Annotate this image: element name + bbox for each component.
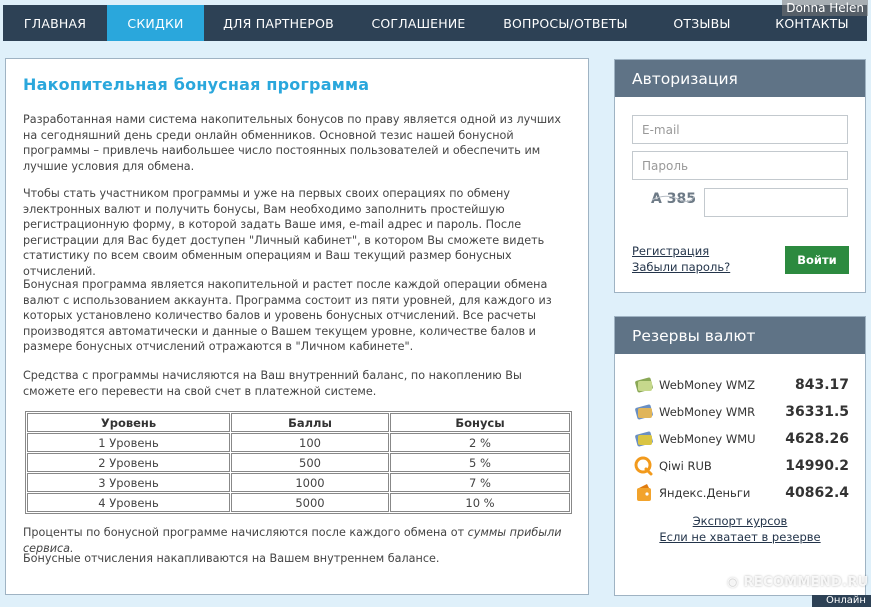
password-input[interactable]: Пароль bbox=[632, 151, 848, 180]
currency-reserves-panel: Резервы валют WebMoney WMZ 843.17 WebMon… bbox=[614, 316, 866, 596]
cell-bonus: 5 % bbox=[390, 453, 570, 472]
reserves-panel-title: Резервы валют bbox=[615, 317, 865, 354]
auth-panel: Авторизация E-mail Пароль A 385 Регистра… bbox=[614, 59, 866, 293]
reserve-name: WebMoney WMZ bbox=[659, 378, 756, 392]
main-nav: ГЛАВНАЯ СКИДКИ ДЛЯ ПАРТНЕРОВ СОГЛАШЕНИЕ … bbox=[3, 5, 867, 41]
reserve-amount: 40862.4 bbox=[785, 485, 849, 501]
login-button[interactable]: Войти bbox=[785, 246, 849, 274]
reserve-name: WebMoney WMU bbox=[659, 432, 756, 446]
column-header-level: Уровень bbox=[27, 413, 230, 432]
forgot-password-link[interactable]: Забыли пароль? bbox=[632, 260, 730, 274]
cell-level: 2 Уровень bbox=[27, 453, 230, 472]
reserve-name: Яндекс.Деньги bbox=[659, 486, 751, 500]
reserve-amount: 843.17 bbox=[794, 377, 849, 393]
reserve-amount: 14990.2 bbox=[785, 458, 849, 474]
export-rates-link[interactable]: Экспорт курсов bbox=[615, 514, 865, 528]
cell-points: 5000 bbox=[231, 493, 389, 512]
nav-item-home[interactable]: ГЛАВНАЯ bbox=[3, 5, 107, 41]
nav-item-faq[interactable]: ВОПРОСЫ/ОТВЕТЫ bbox=[484, 5, 647, 41]
reserve-row-wmr: WebMoney WMR 36331.5 bbox=[633, 401, 849, 423]
table-row: 2 Уровень 500 5 % bbox=[27, 453, 570, 472]
paragraph-balance: Средства с программы начисляются на Ваш … bbox=[23, 369, 522, 398]
auth-panel-title: Авторизация bbox=[615, 60, 865, 97]
cell-level: 3 Уровень bbox=[27, 473, 230, 492]
column-header-points: Баллы bbox=[231, 413, 389, 432]
table-header-row: Уровень Баллы Бонусы bbox=[27, 413, 570, 432]
email-input[interactable]: E-mail bbox=[632, 115, 848, 144]
webmoney-wmz-icon bbox=[635, 377, 653, 393]
note-accumulation: Бонусные отчисления накапливаются на Ваш… bbox=[23, 552, 440, 565]
nav-item-partners[interactable]: ДЛЯ ПАРТНЕРОВ bbox=[204, 5, 353, 41]
paragraph-levels: Бонусная программа является накопительно… bbox=[23, 278, 552, 353]
bonus-levels-table: Уровень Баллы Бонусы 1 Уровень 100 2 % 2… bbox=[25, 411, 572, 514]
nav-item-discounts[interactable]: СКИДКИ bbox=[107, 5, 204, 41]
reserve-amount: 36331.5 bbox=[785, 404, 849, 420]
nav-item-agreement[interactable]: СОГЛАШЕНИЕ bbox=[353, 5, 484, 41]
reserve-row-wmu: WebMoney WMU 4628.26 bbox=[633, 428, 849, 450]
table-row: 1 Уровень 100 2 % bbox=[27, 433, 570, 452]
reserve-row-wmz: WebMoney WMZ 843.17 bbox=[633, 374, 849, 396]
captcha-text: A 385 bbox=[651, 191, 695, 207]
cell-bonus: 7 % bbox=[390, 473, 570, 492]
page-title: Накопительная бонусная программа bbox=[23, 75, 370, 94]
paragraph-join: Чтобы стать участником программы и уже н… bbox=[23, 187, 545, 278]
yandex-money-icon bbox=[637, 484, 651, 501]
paragraph-intro: Разработанная нами система накопительных… bbox=[23, 113, 561, 173]
register-link[interactable]: Регистрация bbox=[632, 244, 709, 258]
cell-level: 1 Уровень bbox=[27, 433, 230, 452]
watermark-username: Donna Helen bbox=[782, 0, 868, 16]
reserve-row-yandex: Яндекс.Деньги 40862.4 bbox=[633, 482, 849, 504]
bonus-program-content: Накопительная бонусная программа Разрабо… bbox=[5, 58, 589, 595]
reserve-name: WebMoney WMR bbox=[659, 405, 756, 419]
webmoney-wmr-icon bbox=[635, 404, 653, 420]
online-chat-button[interactable]: Онлайн bbox=[812, 595, 871, 607]
cell-points: 1000 bbox=[231, 473, 389, 492]
nav-item-reviews[interactable]: ОТЗЫВЫ bbox=[647, 5, 757, 41]
cell-points: 500 bbox=[231, 453, 389, 472]
reserve-name: Qiwi RUB bbox=[659, 459, 712, 473]
webmoney-wmu-icon bbox=[635, 431, 653, 447]
recommend-watermark: ◉ RECOMMEND.RU bbox=[727, 575, 869, 590]
captcha-image: A 385 bbox=[650, 188, 695, 208]
recommend-logo-icon: ◉ bbox=[727, 575, 744, 590]
note-text: Проценты по бонусной программе начисляют… bbox=[23, 526, 468, 539]
cell-points: 100 bbox=[231, 433, 389, 452]
qiwi-icon bbox=[634, 456, 653, 476]
recommend-site: RECOMMEND.RU bbox=[743, 575, 869, 590]
cell-bonus: 2 % bbox=[390, 433, 570, 452]
reserve-amount: 4628.26 bbox=[785, 431, 849, 447]
table-row: 3 Уровень 1000 7 % bbox=[27, 473, 570, 492]
reserve-row-qiwi: Qiwi RUB 14990.2 bbox=[633, 455, 849, 477]
column-header-bonus: Бонусы bbox=[390, 413, 570, 432]
insufficient-reserve-link[interactable]: Если не хватает в резерве bbox=[615, 530, 865, 544]
table-row: 4 Уровень 5000 10 % bbox=[27, 493, 570, 512]
captcha-input[interactable] bbox=[704, 188, 848, 217]
cell-level: 4 Уровень bbox=[27, 493, 230, 512]
cell-bonus: 10 % bbox=[390, 493, 570, 512]
